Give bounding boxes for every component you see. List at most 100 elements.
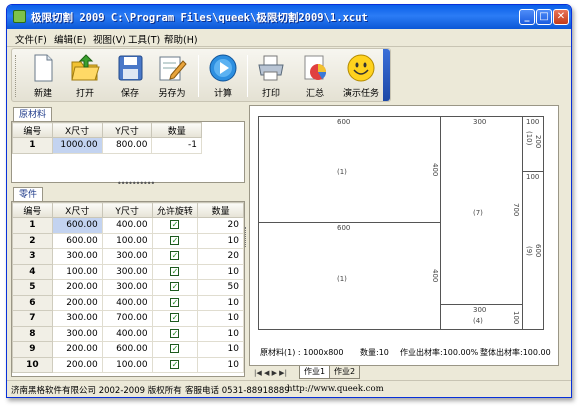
y-size-cell[interactable]: 300.00 — [101, 263, 153, 280]
table-row[interactable]: 4 100.00 300.00 ✓ 10 — [12, 263, 244, 280]
y-size-cell[interactable]: 300.00 — [101, 248, 153, 265]
calculate-button[interactable]: 计算 — [202, 51, 244, 101]
rotate-cell[interactable]: ✓ — [151, 232, 199, 249]
column-header[interactable]: Y尺寸 — [101, 122, 153, 138]
x-size-cell[interactable]: 1000.00 — [51, 137, 103, 154]
summary-button[interactable]: 汇总 — [294, 51, 336, 101]
table-row[interactable]: 3 300.00 300.00 ✓ 20 — [12, 248, 244, 265]
tab-navigation-arrows[interactable]: |◀ ◀ ▶ ▶| — [254, 369, 287, 377]
table-row[interactable]: 1 1000.00 800.00 -1 — [12, 137, 202, 154]
column-header[interactable]: X尺寸 — [51, 122, 103, 138]
quantity-cell[interactable]: 10 — [197, 232, 244, 249]
x-size-cell[interactable]: 100.00 — [51, 263, 103, 280]
tab-parts[interactable]: 零件 — [13, 187, 44, 202]
checkbox-checked-icon[interactable]: ✓ — [170, 359, 180, 369]
checkbox-checked-icon[interactable]: ✓ — [170, 266, 180, 276]
x-size-cell[interactable]: 200.00 — [51, 279, 103, 296]
tab-job-2[interactable]: 作业2 — [329, 366, 361, 379]
table-row[interactable]: 9 200.00 600.00 ✓ 10 — [12, 341, 244, 358]
table-row[interactable]: 5 200.00 300.00 ✓ 50 — [12, 279, 244, 296]
piece-1a[interactable]: 600 (1) 400 — [258, 116, 441, 223]
new-button[interactable]: 新建 — [22, 51, 64, 101]
x-size-cell[interactable]: 200.00 — [51, 356, 103, 373]
table-row[interactable]: 7 300.00 700.00 ✓ 10 — [12, 310, 244, 327]
y-size-cell[interactable]: 400.00 — [101, 217, 153, 234]
checkbox-checked-icon[interactable]: ✓ — [170, 344, 180, 354]
table-row[interactable]: 2 600.00 100.00 ✓ 10 — [12, 232, 244, 249]
close-icon[interactable]: ✕ — [553, 9, 569, 25]
y-size-cell[interactable]: 600.00 — [101, 341, 153, 358]
checkbox-checked-icon[interactable]: ✓ — [170, 251, 180, 261]
rotate-cell[interactable]: ✓ — [151, 279, 199, 296]
checkbox-checked-icon[interactable]: ✓ — [170, 297, 180, 307]
column-header[interactable]: 编号 — [12, 122, 53, 138]
rotate-cell[interactable]: ✓ — [151, 248, 199, 265]
rotate-cell[interactable]: ✓ — [151, 294, 199, 311]
menu-view[interactable]: 视图(V) — [93, 32, 126, 46]
rotate-cell[interactable]: ✓ — [151, 341, 199, 358]
column-header[interactable]: 允许旋转 — [151, 202, 199, 218]
piece-4[interactable]: 300 (4) 100 — [440, 304, 523, 330]
y-size-cell[interactable]: 100.00 — [101, 232, 153, 249]
quantity-cell[interactable]: -1 — [151, 137, 202, 154]
x-size-cell[interactable]: 600.00 — [51, 217, 103, 234]
piece-9[interactable]: 100 (9) 600 — [522, 171, 544, 330]
title-bar[interactable]: 极限切割 2009 C:\Program Files\queek\极限切割200… — [7, 5, 571, 29]
rotate-cell[interactable]: ✓ — [151, 310, 199, 327]
demo-button[interactable]: 演示任务 — [340, 51, 382, 101]
column-header[interactable]: Y尺寸 — [101, 202, 153, 218]
x-size-cell[interactable]: 300.00 — [51, 310, 103, 327]
y-size-cell[interactable]: 300.00 — [101, 279, 153, 296]
checkbox-checked-icon[interactable]: ✓ — [170, 220, 180, 230]
table-row[interactable]: 1 600.00 400.00 ✓ 20 — [12, 217, 244, 234]
column-header[interactable]: 编号 — [12, 202, 53, 218]
open-button[interactable]: 打开 — [64, 51, 106, 101]
tab-raw-material[interactable]: 原材料 — [13, 107, 53, 122]
menu-edit[interactable]: 编辑(E) — [54, 32, 86, 46]
y-size-cell[interactable]: 400.00 — [101, 325, 153, 342]
table-row[interactable]: 6 200.00 400.00 ✓ 10 — [12, 294, 244, 311]
horizontal-splitter[interactable]: •••••••••• — [117, 179, 155, 188]
piece-10[interactable]: 100 (10) 200 — [522, 116, 544, 172]
y-size-cell[interactable]: 400.00 — [101, 294, 153, 311]
cutting-layout-canvas[interactable]: 600 (1) 400 600 (1) 400 300 (7) 700 300 … — [249, 105, 559, 367]
x-size-cell[interactable]: 200.00 — [51, 341, 103, 358]
vertical-splitter[interactable] — [245, 227, 248, 247]
rotate-cell[interactable]: ✓ — [151, 325, 199, 342]
rotate-cell[interactable]: ✓ — [151, 356, 199, 373]
save-as-button[interactable]: 另存为 — [151, 51, 193, 101]
x-size-cell[interactable]: 300.00 — [51, 248, 103, 265]
table-row[interactable]: 10 200.00 100.00 ✓ 10 — [12, 356, 244, 373]
quantity-cell[interactable]: 10 — [197, 341, 244, 358]
checkbox-checked-icon[interactable]: ✓ — [170, 328, 180, 338]
column-header[interactable]: X尺寸 — [51, 202, 103, 218]
quantity-cell[interactable]: 10 — [197, 356, 244, 373]
y-size-cell[interactable]: 100.00 — [101, 356, 153, 373]
checkbox-checked-icon[interactable]: ✓ — [170, 235, 180, 245]
quantity-cell[interactable]: 10 — [197, 294, 244, 311]
quantity-cell[interactable]: 20 — [197, 217, 244, 234]
save-button[interactable]: 保存 — [109, 51, 151, 101]
rotate-cell[interactable]: ✓ — [151, 263, 199, 280]
column-header[interactable]: 数量 — [151, 122, 202, 138]
column-header[interactable]: 数量 — [197, 202, 244, 218]
status-url[interactable]: http://www.queek.com — [287, 384, 384, 394]
y-size-cell[interactable]: 800.00 — [101, 137, 153, 154]
print-button[interactable]: 打印 — [250, 51, 292, 101]
x-size-cell[interactable]: 200.00 — [51, 294, 103, 311]
quantity-cell[interactable]: 10 — [197, 310, 244, 327]
x-size-cell[interactable]: 300.00 — [51, 325, 103, 342]
tab-job-1[interactable]: 作业1 — [299, 366, 331, 379]
menu-tools[interactable]: 工具(T) — [128, 32, 160, 46]
checkbox-checked-icon[interactable]: ✓ — [170, 313, 180, 323]
menu-help[interactable]: 帮助(H) — [164, 32, 198, 46]
table-row[interactable]: 8 300.00 400.00 ✓ 10 — [12, 325, 244, 342]
maximize-icon[interactable]: □ — [536, 9, 552, 25]
piece-7[interactable]: 300 (7) 700 — [440, 116, 523, 305]
menu-file[interactable]: 文件(F) — [15, 32, 47, 46]
checkbox-checked-icon[interactable]: ✓ — [170, 282, 180, 292]
x-size-cell[interactable]: 600.00 — [51, 232, 103, 249]
minimize-icon[interactable]: _ — [519, 9, 535, 25]
piece-1b[interactable]: 600 (1) 400 — [258, 222, 441, 330]
rotate-cell[interactable]: ✓ — [151, 217, 199, 234]
